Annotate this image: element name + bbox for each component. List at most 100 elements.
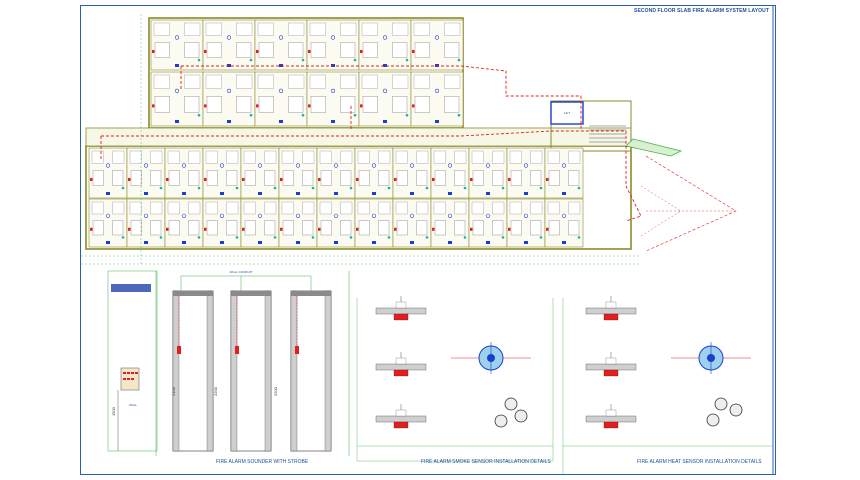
smoke-sensor-plan bbox=[451, 342, 531, 374]
room-unit bbox=[410, 19, 464, 71]
sounder-icon bbox=[353, 113, 357, 117]
detector-icon bbox=[331, 64, 335, 67]
call-point-icon bbox=[308, 50, 311, 53]
room-unit bbox=[202, 19, 256, 71]
sounder-icon bbox=[273, 236, 277, 239]
detector-icon bbox=[220, 241, 224, 244]
smoke-sensor-mountings bbox=[375, 296, 427, 429]
canopy-outline bbox=[645, 155, 737, 252]
detector-icon bbox=[486, 241, 490, 244]
detector-icon bbox=[220, 192, 224, 195]
detector-icon bbox=[144, 241, 148, 244]
sounder-icon bbox=[121, 236, 125, 239]
heat-sensor-plan bbox=[671, 342, 751, 374]
sounder-icon bbox=[539, 186, 543, 190]
room-unit bbox=[316, 147, 356, 199]
heat-sensor-detail bbox=[562, 296, 773, 474]
smoke-sensor-parts bbox=[494, 397, 528, 428]
call-point-icon bbox=[308, 104, 311, 108]
sounder-icon bbox=[501, 186, 505, 190]
call-point-icon bbox=[356, 227, 359, 231]
call-point-icon bbox=[166, 178, 169, 181]
detector-icon bbox=[182, 241, 186, 244]
room-unit bbox=[278, 147, 318, 199]
sounder-icon bbox=[425, 236, 429, 239]
sounder-icon bbox=[159, 236, 163, 239]
room-unit bbox=[240, 198, 280, 248]
detector-icon bbox=[227, 64, 231, 67]
call-point-icon bbox=[508, 227, 511, 231]
sounder-icon bbox=[197, 58, 201, 62]
detector-icon bbox=[334, 241, 338, 244]
room-unit bbox=[430, 198, 470, 248]
detector-icon bbox=[331, 120, 335, 123]
room-unit bbox=[88, 198, 128, 248]
sounder-icon bbox=[121, 186, 125, 190]
sounder-dim-1: 2100 bbox=[171, 386, 176, 396]
lift-label: LIFT bbox=[564, 111, 570, 115]
sounder-icon bbox=[235, 186, 239, 190]
sensor-mounting bbox=[585, 352, 637, 377]
room-unit bbox=[164, 147, 204, 199]
sounder-icon bbox=[301, 58, 305, 62]
call-point-icon bbox=[256, 104, 259, 108]
sounder-icon bbox=[159, 186, 163, 190]
sounder-icon bbox=[197, 186, 201, 190]
detector-icon bbox=[175, 64, 179, 67]
sounder-icon bbox=[457, 113, 461, 117]
call-point-icon bbox=[128, 178, 131, 181]
call-point-icon bbox=[432, 178, 435, 181]
call-point-icon bbox=[470, 227, 473, 231]
sounder-caption: FIRE ALARM SOUNDER WITH STROBE bbox=[216, 459, 309, 465]
room-unit bbox=[164, 198, 204, 248]
call-point-icon bbox=[280, 227, 283, 231]
sensor-mounting bbox=[375, 404, 427, 429]
room-unit bbox=[358, 19, 412, 71]
sounder-detail: WALL 1500 40mm CONDUIT 2100 2200 2200 bbox=[107, 270, 350, 456]
room-unit bbox=[468, 198, 508, 248]
room-unit bbox=[354, 198, 394, 248]
call-point-icon bbox=[318, 227, 321, 231]
call-point-icon bbox=[242, 227, 245, 231]
room-unit bbox=[544, 147, 584, 199]
detector-icon bbox=[448, 192, 452, 195]
entrance-ramp bbox=[625, 138, 683, 157]
sensor-mounting bbox=[585, 404, 637, 429]
detector-icon bbox=[524, 241, 528, 244]
room-unit bbox=[150, 19, 204, 71]
sensor-mounting bbox=[585, 296, 637, 321]
detector-icon bbox=[144, 192, 148, 195]
floor-plan: LIFT bbox=[81, 14, 737, 266]
room-unit bbox=[240, 147, 280, 199]
call-point-icon bbox=[152, 104, 155, 108]
detector-icon bbox=[410, 192, 414, 195]
room-unit bbox=[126, 198, 166, 248]
room-unit bbox=[150, 71, 204, 127]
sounder-icon bbox=[577, 186, 581, 190]
sounder-icon bbox=[387, 236, 391, 239]
room-unit bbox=[506, 198, 546, 248]
heat-caption: FIRE ALARM HEAT SENSOR INSTALLATION DETA… bbox=[637, 459, 762, 465]
call-point-icon bbox=[204, 50, 207, 53]
call-point-icon bbox=[204, 227, 207, 231]
sounder-icon bbox=[349, 236, 353, 239]
call-point-icon bbox=[546, 178, 549, 181]
detector-icon bbox=[372, 241, 376, 244]
sounder-icon bbox=[353, 58, 357, 62]
sounder-icon bbox=[301, 113, 305, 117]
room-unit bbox=[316, 198, 356, 248]
detector-icon bbox=[334, 192, 338, 195]
room-unit bbox=[392, 147, 432, 199]
detector-icon bbox=[562, 241, 566, 244]
sounder-icon bbox=[425, 186, 429, 190]
sounder-icon bbox=[539, 236, 543, 239]
detector-icon bbox=[410, 241, 414, 244]
detector-icon bbox=[182, 192, 186, 195]
room-unit bbox=[392, 198, 432, 248]
lower-room-grid bbox=[88, 147, 584, 248]
sounder-icon bbox=[311, 186, 315, 190]
call-point-icon bbox=[470, 178, 473, 181]
detector-icon bbox=[279, 64, 283, 67]
room-unit bbox=[306, 19, 360, 71]
sounder-icon bbox=[249, 58, 253, 62]
